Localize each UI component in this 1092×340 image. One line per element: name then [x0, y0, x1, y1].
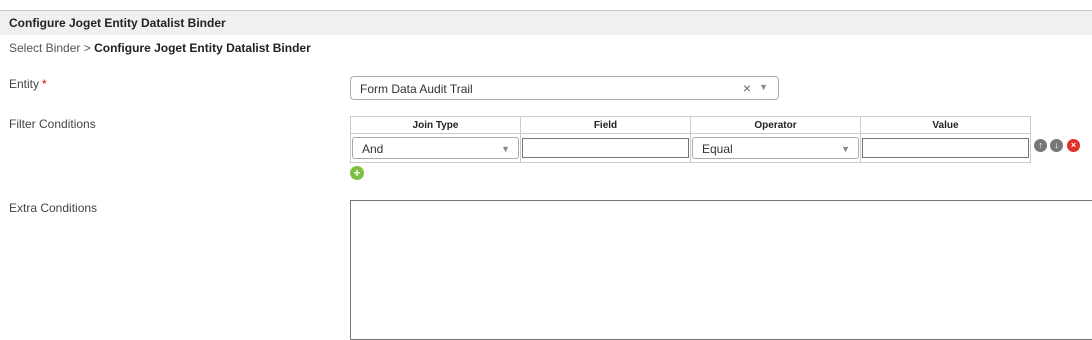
value-cell [860, 133, 1031, 163]
value-input[interactable] [862, 138, 1029, 158]
delete-icon[interactable]: × [1067, 139, 1080, 152]
page-header: Configure Joget Entity Datalist Binder [0, 10, 1092, 35]
column-header-value: Value [860, 116, 1031, 134]
chevron-down-icon: ▼ [841, 144, 850, 154]
operator-cell: Equal ▼ [690, 133, 861, 163]
required-mark: * [42, 77, 47, 91]
breadcrumb-current: Configure Joget Entity Datalist Binder [94, 41, 311, 55]
entity-select-value: Form Data Audit Trail [360, 82, 473, 96]
breadcrumb-separator: > [83, 41, 91, 55]
join-type-cell: And ▼ [350, 133, 521, 163]
extra-conditions-label: Extra Conditions [9, 201, 98, 215]
field-cell [520, 133, 691, 163]
page-title: Configure Joget Entity Datalist Binder [9, 16, 226, 30]
breadcrumb-parent[interactable]: Select Binder [9, 41, 80, 55]
extra-conditions-textarea[interactable] [350, 200, 1092, 340]
operator-value: Equal [702, 142, 733, 156]
table-row: And ▼ Equal ▼ [350, 133, 1031, 163]
field-input[interactable] [522, 138, 689, 158]
chevron-down-icon: ▼ [501, 144, 510, 154]
column-header-operator: Operator [690, 116, 861, 134]
filter-conditions-label: Filter Conditions [9, 117, 96, 131]
join-type-select[interactable]: And ▼ [352, 137, 519, 159]
column-header-field: Field [520, 116, 691, 134]
join-type-value: And [362, 142, 384, 156]
column-header-join-type: Join Type [350, 116, 521, 134]
breadcrumb: Select Binder > Configure Joget Entity D… [9, 41, 311, 55]
move-down-icon[interactable]: ↓ [1050, 139, 1063, 152]
chevron-down-icon[interactable]: ▼ [759, 82, 768, 92]
entity-label-text: Entity [9, 77, 40, 91]
entity-select[interactable]: Form Data Audit Trail × ▼ [350, 76, 779, 100]
filter-conditions-table: Join Type Field Operator Value And ▼ Equ… [350, 116, 1031, 163]
operator-select[interactable]: Equal ▼ [692, 137, 859, 159]
entity-label: Entity * [9, 77, 47, 91]
add-icon[interactable]: + [350, 166, 364, 180]
move-up-icon[interactable]: ↑ [1034, 139, 1047, 152]
clear-icon[interactable]: × [743, 80, 751, 96]
table-header-row: Join Type Field Operator Value [350, 116, 1031, 134]
